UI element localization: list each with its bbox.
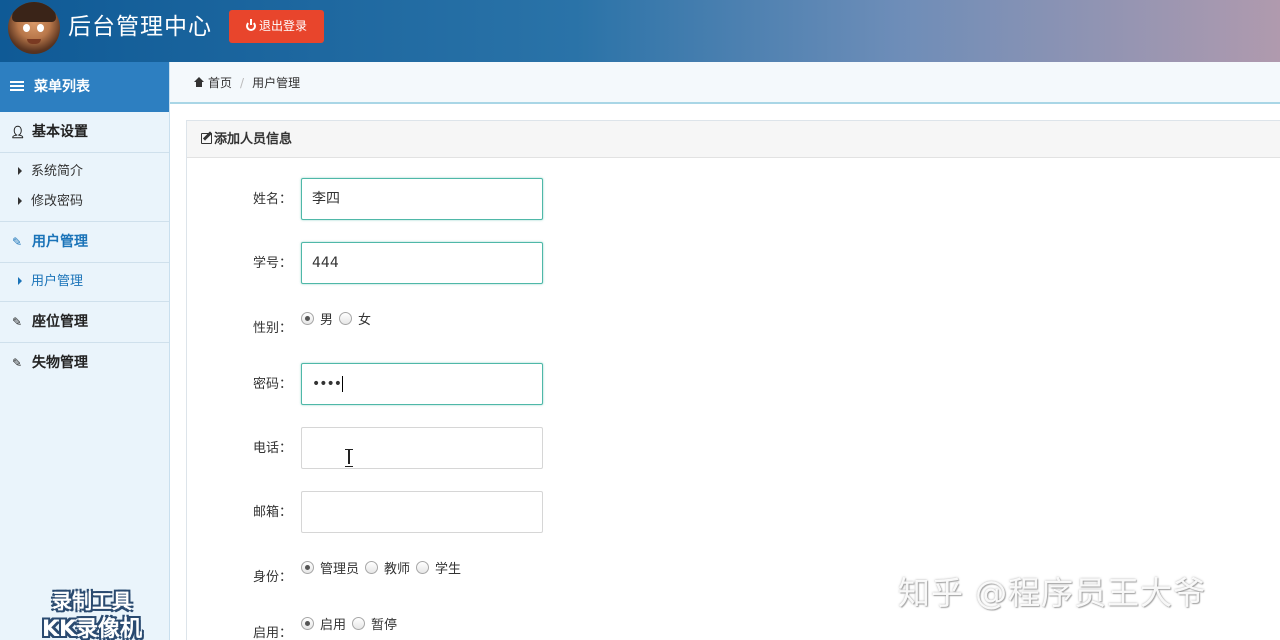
student-id-label: 学号： bbox=[253, 256, 293, 271]
caret-right-icon bbox=[18, 277, 22, 285]
student-id-value: 444 bbox=[312, 255, 339, 271]
top-header: 后台管理中心 退出登录 bbox=[0, 0, 1280, 62]
sidebar-item-label: 修改密码 bbox=[31, 194, 84, 209]
sidebar-item-system-intro[interactable]: 系统简介 bbox=[0, 157, 169, 187]
caret-right-icon bbox=[18, 197, 22, 205]
sidebar-item-change-password[interactable]: 修改密码 bbox=[0, 187, 169, 217]
recorder-watermark-line2: KK录像机 bbox=[41, 617, 143, 640]
phone-label: 电话： bbox=[253, 441, 293, 456]
recorder-watermark: 录制工具 KK录像机 bbox=[22, 587, 162, 640]
breadcrumb-current: 用户管理 bbox=[252, 76, 301, 90]
gender-radio-group: 男 女 bbox=[301, 309, 377, 328]
menu-title: 菜单列表 bbox=[34, 79, 90, 95]
sidebar-group-label: 基本设置 bbox=[32, 124, 88, 140]
gender-radio-female[interactable] bbox=[339, 312, 353, 325]
sidebar-group-user-management[interactable]: ✎ 用户管理 bbox=[0, 222, 169, 263]
ibeam-cursor-icon bbox=[344, 449, 354, 467]
panel-header: 添加人员信息 bbox=[187, 121, 1280, 158]
sidebar-submenu-user-management: 用户管理 bbox=[0, 263, 169, 302]
role-radio-admin[interactable] bbox=[301, 561, 314, 574]
student-id-field[interactable]: 444 bbox=[301, 242, 543, 284]
role-radio-student[interactable] bbox=[416, 561, 430, 574]
role-option-label: 学生 bbox=[435, 562, 462, 577]
logout-button[interactable]: 退出登录 bbox=[229, 10, 324, 43]
phone-field[interactable] bbox=[301, 427, 543, 469]
caret-right-icon bbox=[18, 167, 22, 175]
email-field[interactable] bbox=[301, 491, 543, 533]
role-option-label: 教师 bbox=[384, 562, 411, 577]
sidebar-submenu-basic-settings: 系统简介 修改密码 bbox=[0, 153, 169, 222]
gender-radio-male[interactable] bbox=[301, 312, 314, 325]
app-title: 后台管理中心 bbox=[68, 14, 212, 40]
sidebar-group-label: 用户管理 bbox=[32, 234, 88, 250]
name-label: 姓名： bbox=[253, 192, 293, 207]
user-icon: 👤︎ bbox=[10, 125, 26, 139]
sidebar-group-seat-management[interactable]: ✎ 座位管理 bbox=[0, 302, 169, 343]
enabled-label: 启用： bbox=[253, 626, 293, 640]
role-option-label: 管理员 bbox=[320, 562, 360, 577]
edit-icon bbox=[201, 133, 212, 144]
enabled-option-label: 暂停 bbox=[371, 618, 398, 633]
name-field[interactable]: 李四 bbox=[301, 178, 543, 220]
sidebar-group-label: 座位管理 bbox=[32, 314, 88, 330]
breadcrumb-separator: / bbox=[240, 76, 245, 90]
name-value: 李四 bbox=[312, 191, 340, 207]
sidebar-item-user-management[interactable]: 用户管理 bbox=[0, 267, 169, 297]
logout-label: 退出登录 bbox=[258, 19, 307, 33]
avatar bbox=[8, 2, 60, 54]
text-caret bbox=[342, 376, 344, 392]
email-label: 邮箱： bbox=[253, 505, 293, 520]
edit-icon: ✎ bbox=[11, 356, 23, 370]
menu-bars-icon bbox=[10, 81, 24, 91]
password-label: 密码： bbox=[253, 377, 293, 392]
recorder-watermark-line1: 录制工具 bbox=[52, 589, 132, 613]
role-radio-teacher[interactable] bbox=[365, 561, 379, 574]
menu-header: 菜单列表 bbox=[0, 62, 169, 112]
home-icon bbox=[194, 77, 204, 87]
power-icon bbox=[245, 19, 256, 31]
password-value: •••• bbox=[312, 376, 342, 392]
enabled-radio-on[interactable] bbox=[301, 617, 314, 630]
sidebar-group-basic-settings[interactable]: 👤︎ 基本设置 bbox=[0, 112, 169, 153]
role-radio-group: 管理员 教师 学生 bbox=[301, 558, 467, 577]
breadcrumb: 首页 / 用户管理 bbox=[170, 62, 1280, 104]
enabled-radio-pause[interactable] bbox=[352, 617, 366, 630]
gender-option-label: 男 bbox=[320, 313, 334, 328]
panel-title: 添加人员信息 bbox=[214, 132, 293, 147]
sidebar-group-label: 失物管理 bbox=[32, 355, 88, 371]
role-label: 身份： bbox=[253, 570, 293, 585]
enabled-option-label: 启用 bbox=[320, 618, 347, 633]
password-field[interactable]: •••• bbox=[301, 363, 543, 405]
sidebar-group-lost-found[interactable]: ✎ 失物管理 bbox=[0, 343, 169, 384]
sidebar-item-label: 用户管理 bbox=[31, 274, 84, 289]
edit-icon: ✎ bbox=[11, 235, 23, 249]
gender-option-label: 女 bbox=[358, 313, 372, 328]
edit-icon: ✎ bbox=[11, 315, 23, 329]
zhihu-watermark: 知乎 @程序员王大爷 bbox=[898, 574, 1207, 612]
gender-label: 性别： bbox=[253, 321, 293, 336]
breadcrumb-home-link[interactable]: 首页 bbox=[208, 76, 232, 90]
sidebar: 菜单列表 👤︎ 基本设置 系统简介 修改密码 ✎ 用户管理 用户管理 ✎ 座位管理 ✎… bbox=[0, 62, 170, 640]
enabled-radio-group: 启用 暂停 bbox=[301, 614, 403, 633]
sidebar-item-label: 系统简介 bbox=[31, 164, 84, 179]
